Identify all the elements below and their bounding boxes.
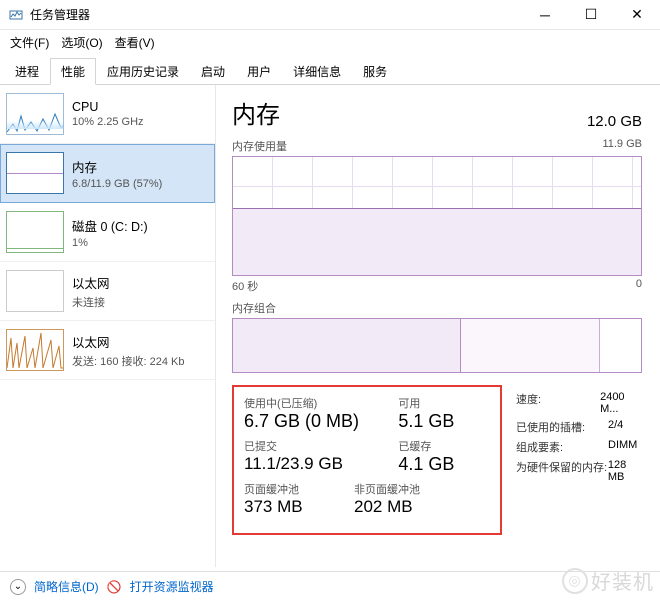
eth1-thumb [6,270,64,312]
brief-info-link[interactable]: 简略信息(D) [34,578,99,595]
tab-users[interactable]: 用户 [236,58,282,85]
stat-committed-label: 已提交 [244,438,398,454]
maximize-button[interactable]: ☐ [568,0,614,30]
tab-startup[interactable]: 启动 [190,58,236,85]
sidebar: CPU 10% 2.25 GHz 内存 6.8/11.9 GB (57%) 磁盘… [0,85,216,567]
resmon-icon: 🚫 [107,580,122,594]
stat-paged-value: 373 MB [244,497,354,517]
meta-slots-value: 2/4 [608,419,623,435]
stat-available-value: 5.1 GB [398,411,490,432]
memory-title: 内存 [72,157,207,176]
menu-bar: 文件(F) 选项(O) 查看(V) [0,30,660,55]
meta-slots-label: 已使用的插槽: [516,419,608,435]
stat-available-label: 可用 [398,395,490,411]
memory-meta: 速度:2400 M... 已使用的插槽:2/4 组成要素:DIMM 为硬件保留的… [516,385,642,535]
meta-speed-label: 速度: [516,391,600,415]
x-axis-end: 0 [636,278,642,294]
sidebar-item-memory[interactable]: 内存 6.8/11.9 GB (57%) [0,144,215,203]
window-controls: ─ ☐ ✕ [522,0,660,30]
stat-cached-value: 4.1 GB [398,454,490,475]
meta-reserved-value: 128 MB [608,459,642,483]
cpu-title: CPU [72,100,207,114]
eth1-sub: 未连接 [72,294,207,310]
disk-thumb [6,211,64,253]
stat-committed-value: 11.1/23.9 GB [244,454,398,474]
tab-processes[interactable]: 进程 [4,58,50,85]
body: CPU 10% 2.25 GHz 内存 6.8/11.9 GB (57%) 磁盘… [0,85,660,567]
meta-form-label: 组成要素: [516,439,608,455]
stat-paged-label: 页面缓冲池 [244,481,354,497]
minimize-button[interactable]: ─ [522,0,568,30]
menu-file[interactable]: 文件(F) [10,34,49,51]
tab-app-history[interactable]: 应用历史记录 [96,58,190,85]
sidebar-item-cpu[interactable]: CPU 10% 2.25 GHz [0,85,215,144]
close-button[interactable]: ✕ [614,0,660,30]
stat-in-use-value: 6.7 GB (0 MB) [244,411,398,432]
stat-in-use-label: 使用中(已压缩) [244,395,398,411]
footer: ⌄ 简略信息(D) 🚫 打开资源监视器 [0,571,660,601]
sidebar-item-ethernet-2[interactable]: 以太网 发送: 160 接收: 224 Kb [0,321,215,380]
stat-cached-label: 已缓存 [398,438,490,454]
composition-label: 内存组合 [232,300,642,316]
menu-view[interactable]: 查看(V) [115,34,155,51]
meta-form-value: DIMM [608,439,637,455]
open-resmon-link[interactable]: 打开资源监视器 [130,578,214,595]
memory-usage-chart [232,156,642,276]
sidebar-item-ethernet-1[interactable]: 以太网 未连接 [0,262,215,321]
eth1-title: 以太网 [72,273,207,292]
disk-title: 磁盘 0 (C: D:) [72,216,207,235]
title-bar: 任务管理器 ─ ☐ ✕ [0,0,660,30]
window-title: 任务管理器 [30,6,90,23]
memory-sub: 6.8/11.9 GB (57%) [72,178,207,190]
stat-nonpaged-value: 202 MB [354,497,420,517]
main-panel: 内存 12.0 GB 内存使用量 11.9 GB 60 秒 0 内存组合 使用中… [216,85,660,567]
meta-reserved-label: 为硬件保留的内存: [516,459,608,483]
collapse-icon[interactable]: ⌄ [10,579,26,595]
menu-options[interactable]: 选项(O) [61,34,102,51]
usage-chart-max: 11.9 GB [602,138,642,154]
tab-bar: 进程 性能 应用历史记录 启动 用户 详细信息 服务 [0,57,660,85]
main-title: 内存 [232,95,280,130]
usage-chart-label: 内存使用量 [232,138,287,154]
tab-details[interactable]: 详细信息 [282,58,352,85]
eth2-sub: 发送: 160 接收: 224 Kb [72,353,207,369]
disk-sub: 1% [72,237,207,249]
cpu-thumb [6,93,64,135]
stats-highlight-box: 使用中(已压缩) 6.7 GB (0 MB) 可用 5.1 GB 已提交 11.… [232,385,502,535]
eth2-thumb [6,329,64,371]
x-axis-start: 60 秒 [232,278,258,294]
app-icon [8,7,24,23]
sidebar-item-disk[interactable]: 磁盘 0 (C: D:) 1% [0,203,215,262]
memory-composition-chart [232,318,642,373]
tab-services[interactable]: 服务 [352,58,398,85]
eth2-title: 以太网 [72,332,207,351]
memory-total: 12.0 GB [587,113,642,130]
cpu-sub: 10% 2.25 GHz [72,116,207,128]
tab-performance[interactable]: 性能 [50,58,96,85]
meta-speed-value: 2400 M... [600,391,642,415]
memory-thumb [6,152,64,194]
stat-nonpaged-label: 非页面缓冲池 [354,481,420,497]
